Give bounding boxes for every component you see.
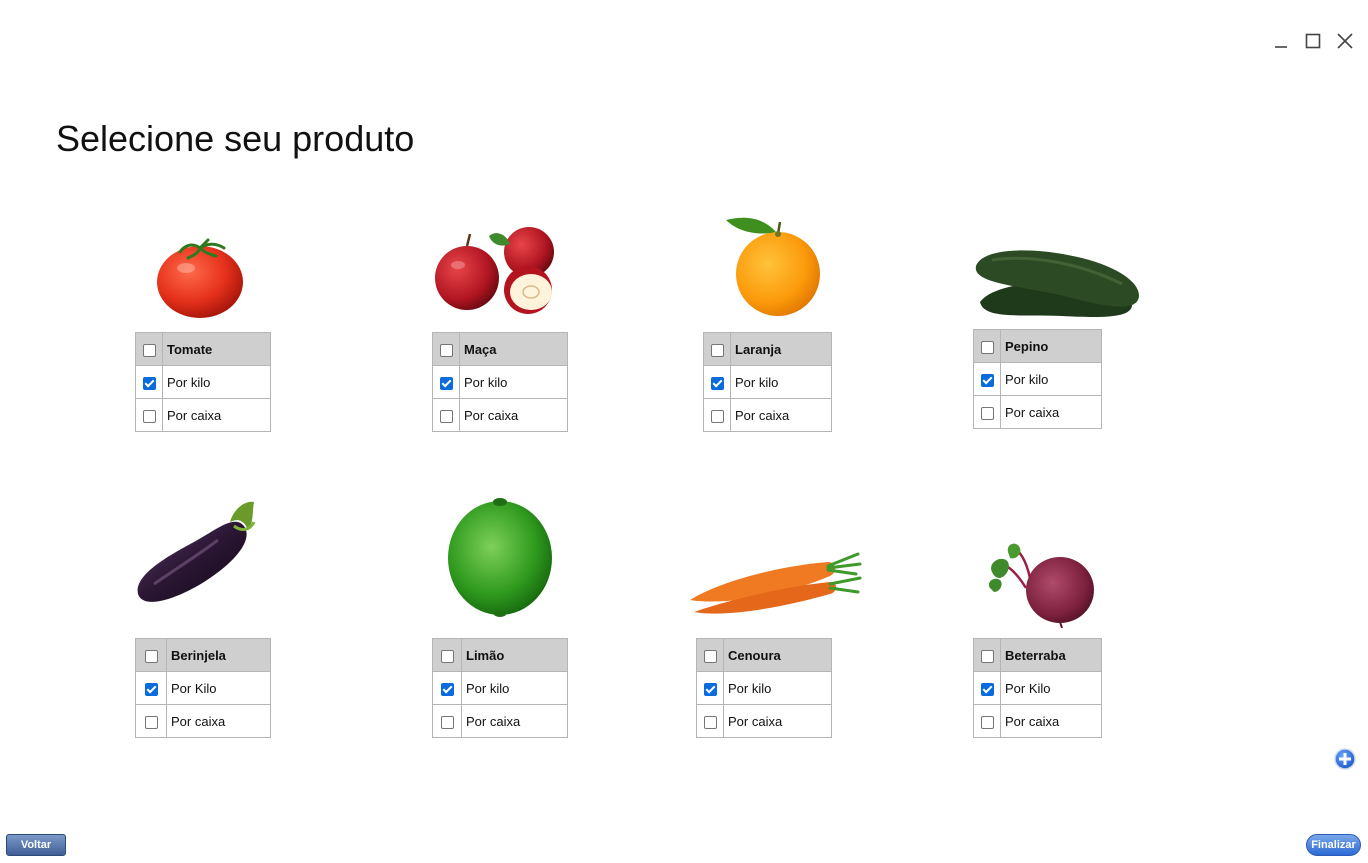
product-options-table: Berinjela Por Kilo Por caixa xyxy=(135,638,271,738)
option-label: Por caixa xyxy=(723,704,832,738)
option-label: Por caixa xyxy=(1000,704,1102,738)
product-name: Maça xyxy=(459,332,568,366)
per-kilo-checkbox[interactable] xyxy=(440,682,454,696)
product-options-table: Pepino Por kilo Por caixa xyxy=(973,329,1102,429)
per-kilo-checkbox[interactable] xyxy=(439,376,453,390)
option-label: Por kilo xyxy=(459,365,568,399)
per-box-checkbox[interactable] xyxy=(980,406,994,420)
cucumber-image xyxy=(975,250,1139,317)
option-label: Por kilo xyxy=(723,671,832,705)
product-options-table: Beterraba Por Kilo Por caixa xyxy=(973,638,1102,738)
option-label: Por kilo xyxy=(1000,362,1102,396)
product-options-table: Limão Por kilo Por caixa xyxy=(432,638,568,738)
close-icon[interactable] xyxy=(1334,30,1356,52)
product-options-table: Tomate Por kilo Por caixa xyxy=(135,332,271,432)
window-controls xyxy=(1270,30,1356,52)
option-label: Por caixa xyxy=(461,704,568,738)
tomato-image xyxy=(157,238,243,318)
product-select-checkbox[interactable] xyxy=(144,649,158,663)
product-select-checkbox[interactable] xyxy=(980,340,994,354)
option-label: Por caixa xyxy=(166,704,271,738)
per-box-checkbox[interactable] xyxy=(144,715,158,729)
option-label: Por caixa xyxy=(730,398,832,432)
product-name: Pepino xyxy=(1000,329,1102,363)
option-label: Por caixa xyxy=(459,398,568,432)
minimize-icon[interactable] xyxy=(1270,30,1292,52)
per-box-checkbox[interactable] xyxy=(980,715,994,729)
per-kilo-checkbox[interactable] xyxy=(142,376,156,390)
maximize-icon[interactable] xyxy=(1302,30,1324,52)
product-select-checkbox[interactable] xyxy=(142,343,156,357)
orange-image xyxy=(726,217,820,316)
lime-image xyxy=(448,498,552,617)
per-kilo-checkbox[interactable] xyxy=(703,682,717,696)
option-label: Por kilo xyxy=(162,365,271,399)
per-box-checkbox[interactable] xyxy=(142,409,156,423)
product-options-table: Laranja Por kilo Por caixa xyxy=(703,332,832,432)
option-label: Por kilo xyxy=(730,365,832,399)
product-name: Beterraba xyxy=(1000,638,1102,672)
product-options-table: Cenoura Por kilo Por caixa xyxy=(696,638,832,738)
product-name: Laranja xyxy=(730,332,832,366)
product-select-checkbox[interactable] xyxy=(710,343,724,357)
product-name: Tomate xyxy=(162,332,271,366)
back-button[interactable]: Voltar xyxy=(6,834,66,856)
per-kilo-checkbox[interactable] xyxy=(710,376,724,390)
option-label: Por caixa xyxy=(1000,395,1102,429)
product-name: Berinjela xyxy=(166,638,271,672)
per-box-checkbox[interactable] xyxy=(439,409,453,423)
product-select-checkbox[interactable] xyxy=(980,649,994,663)
per-kilo-checkbox[interactable] xyxy=(980,682,994,696)
option-label: Por Kilo xyxy=(166,671,271,705)
product-select-checkbox[interactable] xyxy=(440,649,454,663)
page-title: Selecione seu produto xyxy=(56,118,415,159)
product-select-checkbox[interactable] xyxy=(439,343,453,357)
product-name: Cenoura xyxy=(723,638,832,672)
per-box-checkbox[interactable] xyxy=(703,715,717,729)
carrot-image xyxy=(690,552,862,614)
plus-circle-icon[interactable] xyxy=(1334,748,1356,770)
per-kilo-checkbox[interactable] xyxy=(144,682,158,696)
per-box-checkbox[interactable] xyxy=(440,715,454,729)
apple-image xyxy=(435,227,554,314)
eggplant-image xyxy=(137,501,256,602)
beet-image xyxy=(988,543,1094,628)
finish-button[interactable]: Finalizar xyxy=(1306,834,1361,856)
product-options-table: Maça Por kilo Por caixa xyxy=(432,332,568,432)
option-label: Por caixa xyxy=(162,398,271,432)
option-label: Por kilo xyxy=(461,671,568,705)
per-box-checkbox[interactable] xyxy=(710,409,724,423)
option-label: Por Kilo xyxy=(1000,671,1102,705)
product-select-checkbox[interactable] xyxy=(703,649,717,663)
product-name: Limão xyxy=(461,638,568,672)
per-kilo-checkbox[interactable] xyxy=(980,373,994,387)
